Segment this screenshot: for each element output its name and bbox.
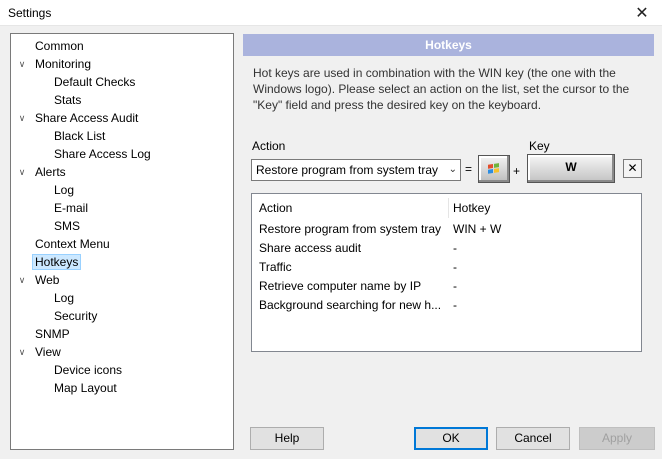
tree-item-label: Hotkeys <box>32 254 82 270</box>
column-divider <box>448 198 449 218</box>
tree-item[interactable]: Device icons <box>51 361 125 379</box>
tree-item-label: Common <box>35 39 84 53</box>
list-item-hotkey: - <box>453 298 457 312</box>
tree-item[interactable]: SMS <box>51 217 83 235</box>
tree-item[interactable]: Stats <box>51 91 84 109</box>
tree-item[interactable]: Monitoring <box>32 55 94 73</box>
title-bar: Settings ✕ <box>0 0 662 26</box>
tree-item[interactable]: Log <box>51 289 77 307</box>
tree-item[interactable]: Black List <box>51 127 108 145</box>
cancel-button[interactable]: Cancel <box>496 427 570 450</box>
list-item[interactable]: Share access audit - <box>252 239 641 258</box>
tree-item-label: SMS <box>54 219 81 233</box>
column-header-action[interactable]: Action <box>259 201 292 215</box>
tree-item-label: Share Access Log <box>54 147 151 161</box>
hotkey-list[interactable]: Action Hotkey Restore program from syste… <box>251 193 642 352</box>
tree-expander-icon[interactable]: ∨ <box>17 109 27 127</box>
action-dropdown-value: Restore program from system tray <box>256 163 439 177</box>
tree-item[interactable]: Common <box>32 37 87 55</box>
tree-item[interactable]: SNMP <box>32 325 73 343</box>
key-label: Key <box>529 139 550 153</box>
chevron-down-icon: ⌄ <box>448 164 457 175</box>
tree-expander-icon[interactable]: ∨ <box>17 163 27 181</box>
tree-item[interactable]: Map Layout <box>51 379 120 397</box>
windows-logo-icon <box>488 163 499 174</box>
plus-sign: + <box>513 164 521 178</box>
equals-sign: = <box>465 162 473 176</box>
tree-item[interactable]: Web <box>32 271 62 289</box>
tree-item[interactable]: Default Checks <box>51 73 138 91</box>
help-button[interactable]: Help <box>250 427 324 450</box>
tree-item-label: Default Checks <box>54 75 136 89</box>
tree-expander-icon[interactable]: ∨ <box>17 343 27 361</box>
window-title: Settings <box>8 6 52 20</box>
tree-expander-icon[interactable]: ∨ <box>17 55 27 73</box>
tree-item[interactable]: Hotkeys <box>32 253 82 271</box>
tree-item[interactable]: Alerts <box>32 163 69 181</box>
tree-item-label: Web <box>35 273 60 287</box>
list-item[interactable]: Background searching for new h... - <box>252 296 641 315</box>
tree-item-label: Context Menu <box>35 237 110 251</box>
key-field[interactable]: W <box>527 154 615 183</box>
list-item-hotkey: - <box>453 279 457 293</box>
list-item-action: Retrieve computer name by IP <box>259 279 422 293</box>
tree-item-label: Black List <box>54 129 106 143</box>
tree-item-label: Device icons <box>54 363 123 377</box>
tree-item[interactable]: Share Access Log <box>51 145 154 163</box>
list-item-hotkey: - <box>453 241 457 255</box>
ok-button[interactable]: OK <box>414 427 488 450</box>
tree-expander-icon[interactable]: ∨ <box>17 271 27 289</box>
list-item-action: Background searching for new h... <box>259 298 442 312</box>
tree-item[interactable]: Share Access Audit <box>32 109 141 127</box>
tree-item-label: Share Access Audit <box>35 111 139 125</box>
list-item[interactable]: Restore program from system tray WIN + W <box>252 220 641 239</box>
tree-item-label: Stats <box>54 93 82 107</box>
tree-item-label: Alerts <box>35 165 66 179</box>
tree-item[interactable]: E-mail <box>51 199 91 217</box>
tree-item-label: Log <box>54 291 75 305</box>
close-icon[interactable]: ✕ <box>622 0 662 26</box>
list-item-hotkey: WIN + W <box>453 222 502 236</box>
tree-item[interactable]: Context Menu <box>32 235 113 253</box>
tree-item-label: View <box>35 345 61 359</box>
tree-item-label: SNMP <box>35 327 70 341</box>
list-item-hotkey: - <box>453 260 457 274</box>
tree-item[interactable]: Log <box>51 181 77 199</box>
apply-button[interactable]: Apply <box>579 427 655 450</box>
tree-item-label: Security <box>54 309 98 323</box>
panel-description: Hot keys are used in combination with th… <box>253 66 630 112</box>
action-dropdown[interactable]: Restore program from system tray ⌄ <box>251 159 461 181</box>
win-key-button[interactable] <box>478 155 510 183</box>
list-item-action: Traffic <box>259 260 292 274</box>
tree-item-label: Log <box>54 183 75 197</box>
clear-key-button[interactable]: ✕ <box>623 159 642 178</box>
tree-item-label: Monitoring <box>35 57 92 71</box>
panel-header: Hotkeys <box>243 34 654 56</box>
tree-item-label: E-mail <box>54 201 89 215</box>
column-header-hotkey[interactable]: Hotkey <box>453 201 490 215</box>
list-item[interactable]: Traffic - <box>252 258 641 277</box>
tree-item[interactable]: View <box>32 343 64 361</box>
action-label: Action <box>252 139 286 153</box>
list-item-action: Share access audit <box>259 241 362 255</box>
tree-item[interactable]: Security <box>51 307 100 325</box>
settings-tree[interactable]: Common ∨ Monitoring Default Checks Stats ∨ Sha… <box>10 33 234 450</box>
list-item-action: Restore program from system tray <box>259 222 442 236</box>
tree-item-label: Map Layout <box>54 381 117 395</box>
list-item[interactable]: Retrieve computer name by IP - <box>252 277 641 296</box>
